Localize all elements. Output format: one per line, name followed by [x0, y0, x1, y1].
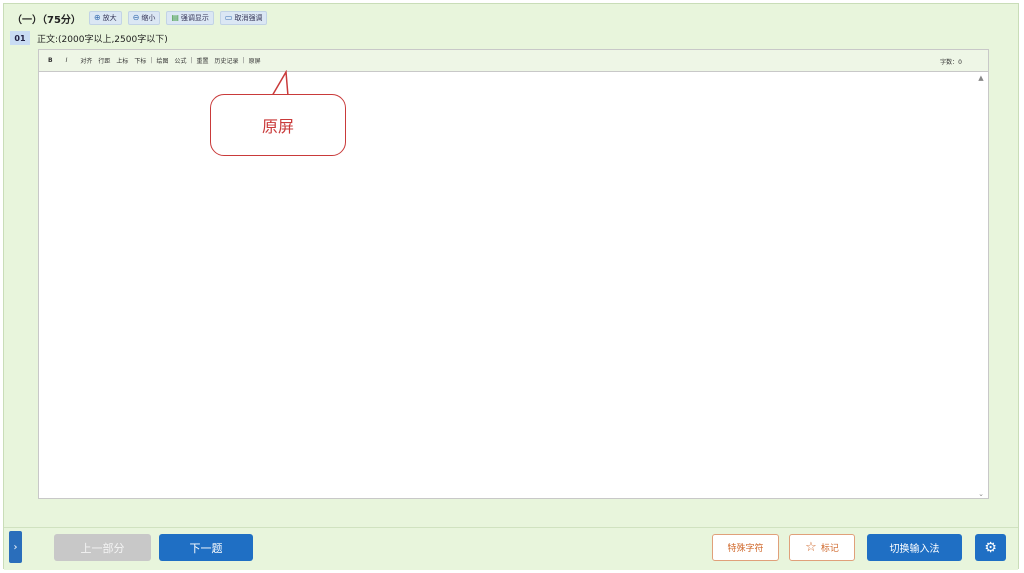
italic-button[interactable]: I — [66, 57, 68, 64]
chevron-right-icon: › — [13, 541, 18, 553]
scroll-down-icon[interactable]: ⌄ — [976, 490, 986, 498]
reset-button[interactable]: 重置 — [197, 56, 209, 65]
line-spacing-button[interactable]: 行距 — [98, 56, 110, 65]
draw-button[interactable]: 绘图 — [156, 56, 168, 65]
callout-tail — [271, 70, 289, 96]
side-panel-toggle[interactable]: › — [9, 531, 22, 563]
align-button[interactable]: 对齐 — [80, 56, 92, 65]
zoom-out-button[interactable]: ⊖ 缩小 — [127, 11, 161, 25]
answer-editor[interactable]: B I 对齐 行距 上标 下标 | 绘图 公式 | 重置 历史记录 | 原屏 字… — [38, 49, 989, 499]
toolbar-divider: | — [150, 57, 153, 64]
fullscreen-button[interactable]: 原屏 — [249, 56, 261, 65]
zoom-out-icon: ⊖ — [132, 13, 140, 22]
special-chars-button[interactable]: 特殊字符 — [712, 534, 779, 561]
highlight-button[interactable]: ▤ 强调显示 — [166, 11, 214, 25]
next-question-button[interactable]: 下一题 — [159, 534, 253, 561]
unhighlight-icon: ▭ — [224, 13, 233, 22]
bottom-bar — [4, 527, 1018, 570]
prev-section-button[interactable]: 上一部分 — [54, 534, 151, 561]
toolbar-divider: | — [190, 57, 193, 64]
subscript-button[interactable]: 下标 — [134, 56, 146, 65]
annotation-callout: 原屏 — [210, 94, 346, 156]
top-toolbar: （一）（75分） ⊕ 放大 ⊖ 缩小 ▤ 强调显示 ▭ 取消强调 — [6, 8, 1016, 28]
mark-button[interactable]: ☆ 标记 — [789, 534, 855, 561]
unhighlight-button[interactable]: ▭ 取消强调 — [219, 11, 268, 25]
switch-ime-button[interactable]: 切换输入法 — [867, 534, 962, 561]
formula-button[interactable]: 公式 — [174, 56, 186, 65]
superscript-button[interactable]: 上标 — [116, 56, 128, 65]
question-label: 正文:(2000字以上,2500字以下) — [37, 35, 168, 45]
question-number: 01 — [10, 31, 30, 45]
zoom-in-button[interactable]: ⊕ 放大 — [88, 11, 122, 25]
settings-button[interactable]: ⚙ — [975, 534, 1006, 561]
gear-icon: ⚙ — [984, 539, 997, 556]
history-button[interactable]: 历史记录 — [215, 56, 239, 65]
scroll-up-icon[interactable]: ▲ — [976, 74, 986, 82]
editor-toolbar: B I 对齐 行距 上标 下标 | 绘图 公式 | 重置 历史记录 | 原屏 字… — [39, 50, 988, 72]
toolbar-divider: | — [242, 57, 245, 64]
bold-button[interactable]: B — [48, 57, 53, 64]
zoom-in-icon: ⊕ — [93, 13, 101, 22]
section-title: （一）（75分） — [12, 14, 81, 26]
editor-scrollbar[interactable]: ▲ ⌄ — [976, 74, 986, 498]
highlight-icon: ▤ — [171, 13, 179, 22]
star-icon: ☆ — [805, 540, 817, 555]
word-count: 字数：0 — [940, 59, 962, 66]
